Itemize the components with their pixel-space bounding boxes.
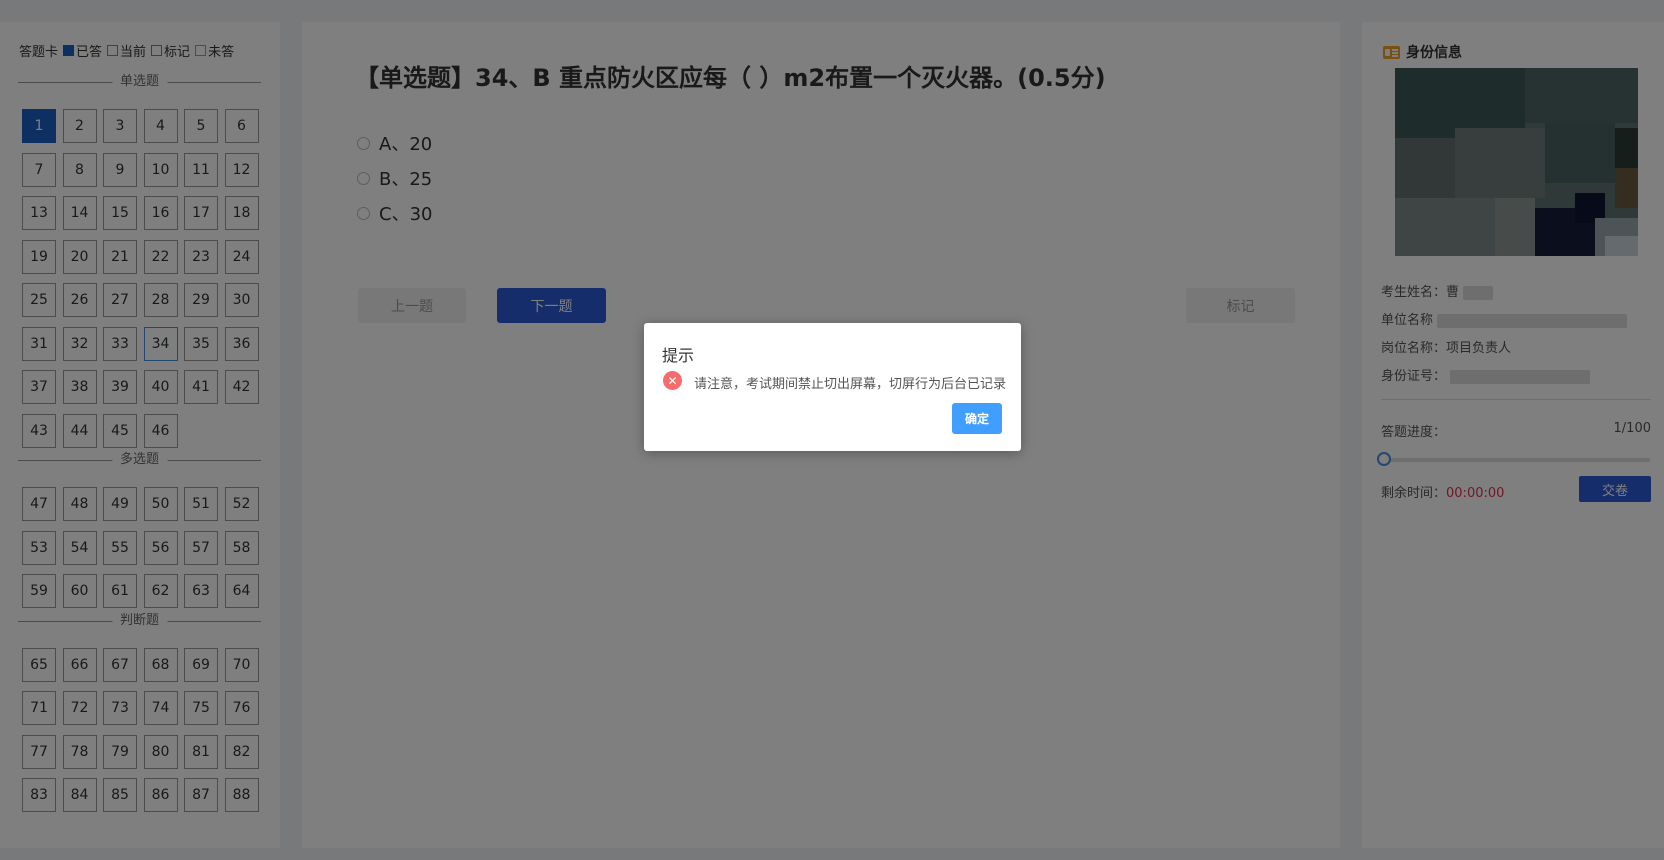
dialog-message: 请注意，考试期间禁止切出屏幕，切屏行为后台已记录	[694, 377, 1007, 392]
warning-dialog: 提示 ✕ 请注意，考试期间禁止切出屏幕，切屏行为后台已记录 确定	[644, 323, 1021, 451]
error-icon: ✕	[663, 371, 682, 390]
confirm-button[interactable]: 确定	[952, 403, 1002, 434]
dialog-title: 提示	[662, 346, 695, 365]
